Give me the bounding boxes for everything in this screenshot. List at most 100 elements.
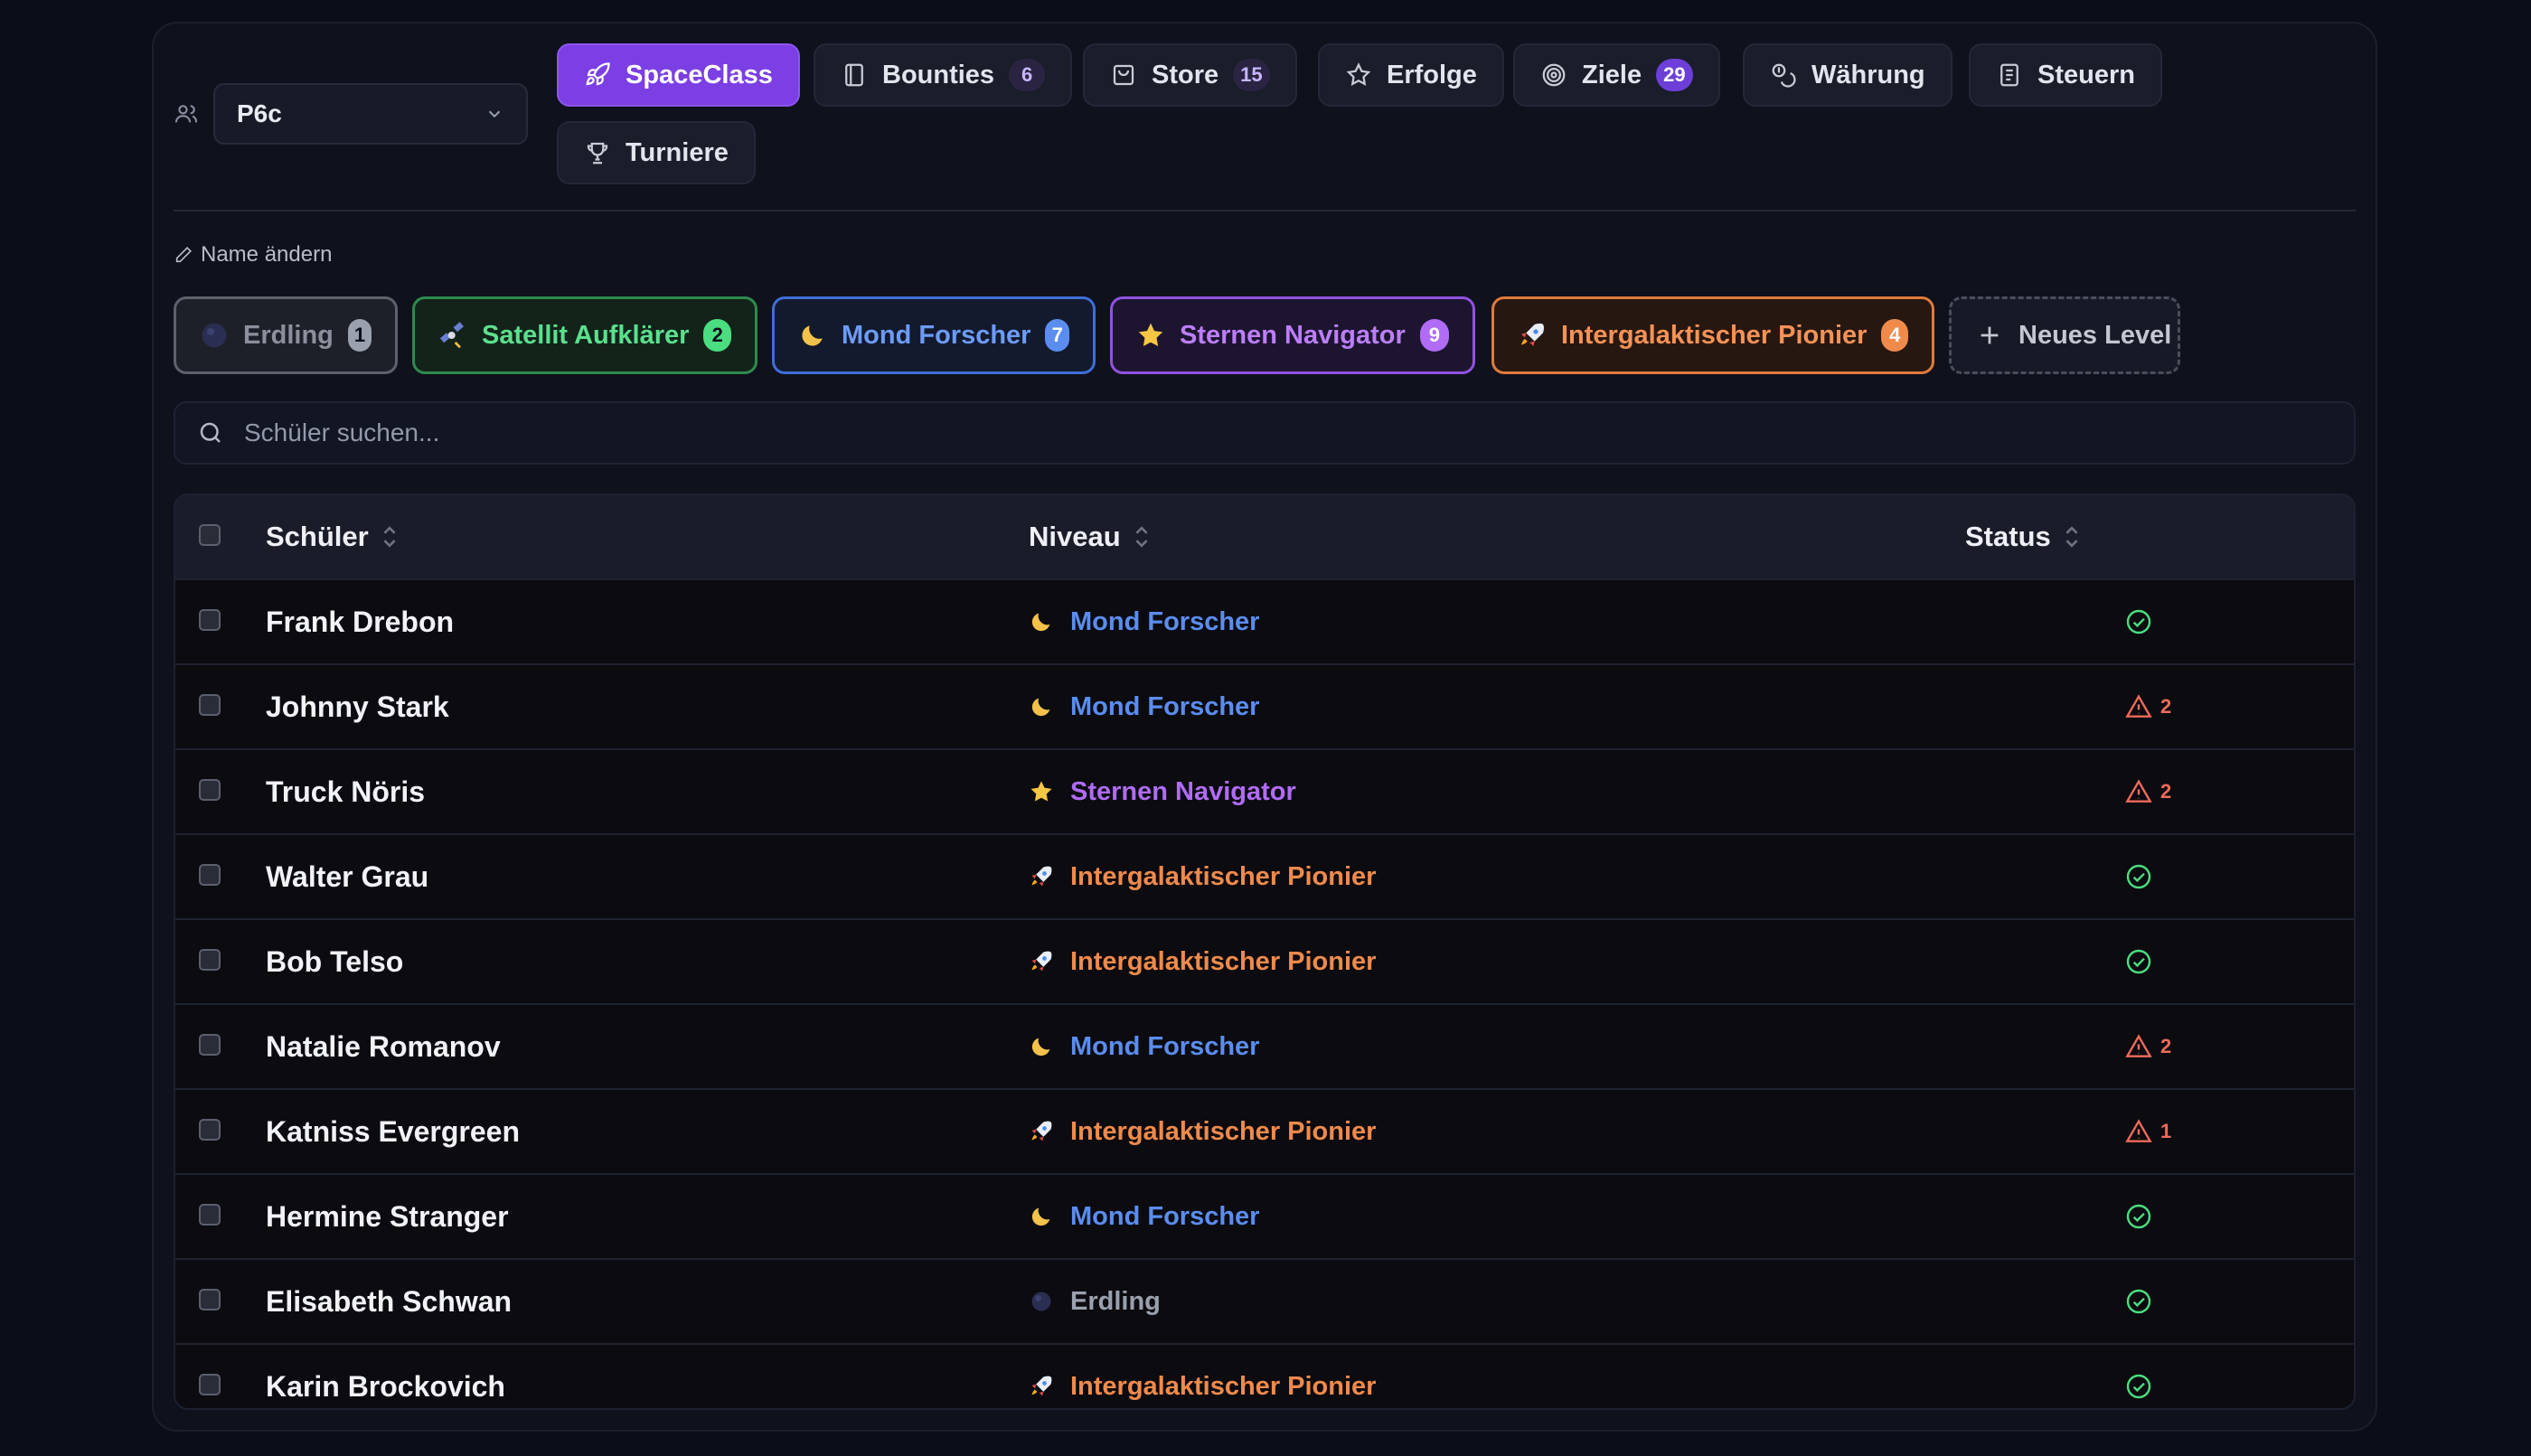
students-table: Schüler Niveau Status Frank Drebon Mond F…	[174, 493, 2356, 1410]
student-status	[2124, 835, 2153, 918]
nav-spaceclass[interactable]: SpaceClass	[557, 43, 800, 107]
table-row[interactable]: Bob Telso Intergalaktischer Pionier	[175, 918, 2354, 1003]
student-level: Intergalaktischer Pionier	[1029, 1090, 1376, 1173]
table-row[interactable]: Hermine Stranger Mond Forscher	[175, 1173, 2354, 1258]
table-row[interactable]: Walter Grau Intergalaktischer Pionier	[175, 833, 2354, 918]
level-chip-count: 2	[703, 319, 731, 352]
header-status[interactable]: Status	[1965, 495, 2080, 578]
level-chip-count: 4	[1881, 319, 1908, 352]
plus-icon	[1981, 326, 1999, 344]
student-level-label: Mond Forscher	[1070, 1031, 1260, 1061]
nav-label: Währung	[1811, 60, 1925, 89]
nav-waehrung[interactable]: Währung	[1743, 43, 1952, 107]
row-checkbox[interactable]	[199, 779, 221, 801]
bounties-count-badge: 6	[1009, 59, 1046, 91]
moon-icon	[1031, 1207, 1050, 1226]
table-row[interactable]: Elisabeth Schwan Erdling	[175, 1258, 2354, 1343]
student-level: Erdling	[1029, 1260, 1161, 1343]
warning-count: 2	[2160, 695, 2172, 718]
ziele-count-badge: 29	[1656, 59, 1693, 91]
student-status: 2	[2124, 750, 2171, 833]
level-chip-sternen[interactable]: Sternen Navigator 9	[1110, 296, 1475, 374]
table-row[interactable]: Katniss Evergreen Intergalaktischer Pioni…	[175, 1088, 2354, 1173]
row-checkbox[interactable]	[199, 1119, 221, 1141]
moon-icon	[1031, 698, 1050, 717]
header-level[interactable]: Niveau	[1029, 495, 1150, 578]
rocket-icon	[1031, 1121, 1052, 1141]
level-chip-pionier[interactable]: Intergalaktischer Pionier 4	[1491, 296, 1934, 374]
header-student[interactable]: Schüler	[266, 495, 398, 578]
student-status	[2124, 580, 2153, 663]
nav-erfolge[interactable]: Erfolge	[1318, 43, 1504, 107]
planet-icon	[202, 323, 227, 348]
table-row[interactable]: Truck Nöris Sternen Navigator 2	[175, 748, 2354, 833]
book-icon	[845, 63, 863, 87]
student-name: Natalie Romanov	[266, 1029, 501, 1063]
row-checkbox[interactable]	[199, 864, 221, 886]
table-row[interactable]: Natalie Romanov Mond Forscher 2	[175, 1003, 2354, 1088]
new-level-label: Neues Level	[2018, 320, 2172, 350]
check-circle-icon	[2126, 1204, 2151, 1229]
store-count-badge: 15	[1233, 59, 1270, 91]
student-name: Katniss Evergreen	[266, 1114, 521, 1148]
row-checkbox[interactable]	[199, 1034, 221, 1056]
coins-icon	[1772, 63, 1796, 88]
level-chip-count: 9	[1419, 319, 1449, 352]
nav-steuern[interactable]: Steuern	[1969, 43, 2162, 107]
row-checkbox[interactable]	[199, 694, 221, 716]
student-level-label: Intergalaktischer Pionier	[1070, 946, 1377, 976]
level-chip-mond[interactable]: Mond Forscher 7	[772, 296, 1096, 374]
rocket-icon	[586, 62, 610, 86]
search-input[interactable]	[242, 418, 2235, 448]
header-status-label: Status	[1965, 521, 2051, 552]
nav-store[interactable]: Store 15	[1083, 43, 1297, 107]
warning-count: 2	[2160, 780, 2172, 803]
table-row[interactable]: Frank Drebon Mond Forscher	[175, 578, 2354, 663]
class-select[interactable]: P6c	[213, 83, 528, 145]
moon-icon	[802, 325, 823, 346]
rocket-icon	[1031, 951, 1052, 972]
student-name: Hermine Stranger	[266, 1199, 509, 1233]
pencil-icon	[175, 247, 192, 263]
nav-label: Steuern	[2037, 60, 2135, 89]
student-level: Intergalaktischer Pionier	[1029, 1345, 1376, 1408]
receipt-icon	[2000, 63, 2018, 87]
sort-icon	[1135, 526, 1148, 548]
rename-link[interactable]: Name ändern	[174, 242, 332, 268]
warning-icon	[2125, 694, 2152, 718]
student-level-label: Mond Forscher	[1070, 606, 1260, 636]
student-level: Intergalaktischer Pionier	[1029, 920, 1376, 1003]
student-name: Elisabeth Schwan	[266, 1284, 513, 1318]
sort-icon	[2065, 526, 2078, 548]
warning-count: 1	[2160, 1120, 2172, 1142]
nav-ziele[interactable]: Ziele 29	[1513, 43, 1720, 107]
student-level-label: Intergalaktischer Pionier	[1070, 1116, 1377, 1146]
row-checkbox[interactable]	[199, 1374, 221, 1395]
new-level-button[interactable]: Neues Level	[1949, 296, 2180, 374]
nav-bounties[interactable]: Bounties 6	[814, 43, 1073, 107]
nav-turniere[interactable]: Turniere	[557, 121, 756, 184]
level-chip-satellit[interactable]: Satellit Aufklärer 2	[412, 296, 757, 374]
student-level: Sternen Navigator	[1029, 750, 1296, 833]
student-status: 2	[2124, 665, 2171, 748]
level-chip-erdling[interactable]: Erdling 1	[174, 296, 398, 374]
student-level: Mond Forscher	[1029, 1175, 1259, 1258]
trophy-icon	[587, 142, 608, 164]
target-icon	[1542, 63, 1566, 87]
table-row[interactable]: Karin Brockovich Intergalaktischer Pionie…	[175, 1343, 2354, 1408]
moon-icon	[1031, 613, 1050, 632]
header-student-label: Schüler	[266, 521, 369, 552]
table-row[interactable]: Johnny Stark Mond Forscher 2	[175, 663, 2354, 748]
row-checkbox[interactable]	[199, 949, 221, 971]
search-icon	[200, 422, 221, 443]
satellite-icon	[439, 322, 464, 349]
row-checkbox[interactable]	[199, 1289, 221, 1310]
select-all-checkbox[interactable]	[199, 524, 221, 546]
row-checkbox[interactable]	[199, 609, 221, 631]
student-status: 1	[2124, 1090, 2171, 1173]
warning-icon	[2125, 1034, 2152, 1057]
row-checkbox[interactable]	[199, 1204, 221, 1226]
header-divider	[174, 210, 2356, 211]
rocket-icon	[1031, 1376, 1052, 1396]
level-chip-count: 7	[1045, 319, 1069, 352]
